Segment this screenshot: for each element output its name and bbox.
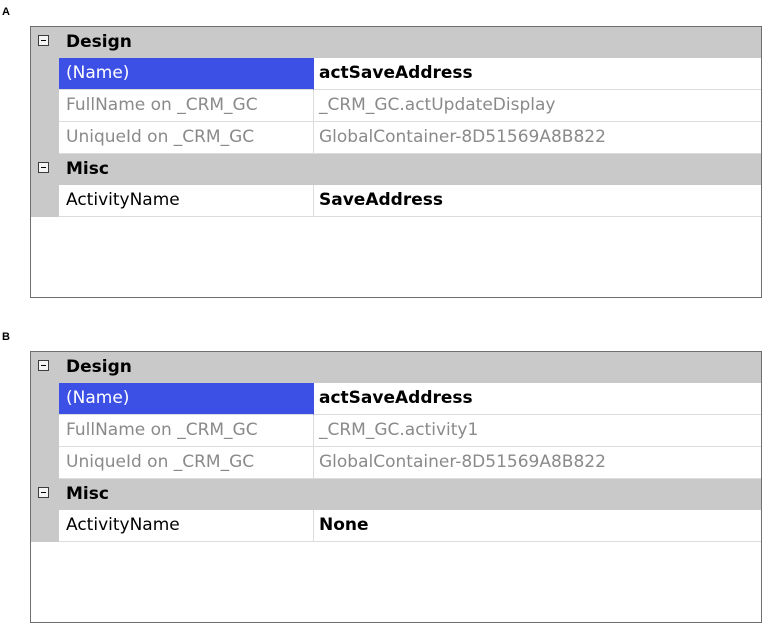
property-row-uniqueid[interactable]: UniqueId on _CRM_GC GlobalContainer-8D51… xyxy=(31,447,761,479)
category-label: Misc xyxy=(66,484,109,504)
property-row-name[interactable]: (Name) actSaveAddress xyxy=(31,58,761,90)
category-design[interactable]: Design xyxy=(31,352,761,383)
property-value[interactable]: actSaveAddress xyxy=(314,383,761,415)
property-value[interactable]: _CRM_GC.actUpdateDisplay xyxy=(314,90,761,122)
collapse-icon[interactable] xyxy=(38,35,49,46)
property-name[interactable]: FullName on _CRM_GC xyxy=(59,415,314,447)
property-name[interactable]: (Name) xyxy=(59,58,314,90)
property-grid-b: Design (Name) actSaveAddress FullName on… xyxy=(30,351,762,623)
property-name[interactable]: UniqueId on _CRM_GC xyxy=(59,122,314,154)
property-row-fullname[interactable]: FullName on _CRM_GC _CRM_GC.activity1 xyxy=(31,415,761,447)
panel-label-a: A xyxy=(2,6,10,18)
category-misc[interactable]: Misc xyxy=(31,154,761,185)
property-row-fullname[interactable]: FullName on _CRM_GC _CRM_GC.actUpdateDis… xyxy=(31,90,761,122)
property-row-activityname[interactable]: ActivityName None xyxy=(31,510,761,542)
property-value[interactable]: _CRM_GC.activity1 xyxy=(314,415,761,447)
collapse-icon[interactable] xyxy=(38,162,49,173)
property-row-name[interactable]: (Name) actSaveAddress xyxy=(31,383,761,415)
property-value[interactable]: SaveAddress xyxy=(314,185,761,217)
category-design[interactable]: Design xyxy=(31,27,761,58)
property-name[interactable]: FullName on _CRM_GC xyxy=(59,90,314,122)
property-name[interactable]: ActivityName xyxy=(59,185,314,217)
property-value[interactable]: actSaveAddress xyxy=(314,58,761,90)
property-value[interactable]: None xyxy=(314,510,761,542)
property-name[interactable]: UniqueId on _CRM_GC xyxy=(59,447,314,479)
category-misc[interactable]: Misc xyxy=(31,479,761,510)
property-name[interactable]: ActivityName xyxy=(59,510,314,542)
property-grid-a: Design (Name) actSaveAddress FullName on… xyxy=(30,26,762,298)
category-label: Design xyxy=(66,32,132,52)
category-label: Design xyxy=(66,357,132,377)
property-row-activityname[interactable]: ActivityName SaveAddress xyxy=(31,185,761,217)
category-label: Misc xyxy=(66,159,109,179)
property-name[interactable]: (Name) xyxy=(59,383,314,415)
property-value[interactable]: GlobalContainer-8D51569A8B822 xyxy=(314,447,761,479)
collapse-icon[interactable] xyxy=(38,360,49,371)
property-value[interactable]: GlobalContainer-8D51569A8B822 xyxy=(314,122,761,154)
panel-label-b: B xyxy=(2,331,10,343)
collapse-icon[interactable] xyxy=(38,487,49,498)
property-row-uniqueid[interactable]: UniqueId on _CRM_GC GlobalContainer-8D51… xyxy=(31,122,761,154)
